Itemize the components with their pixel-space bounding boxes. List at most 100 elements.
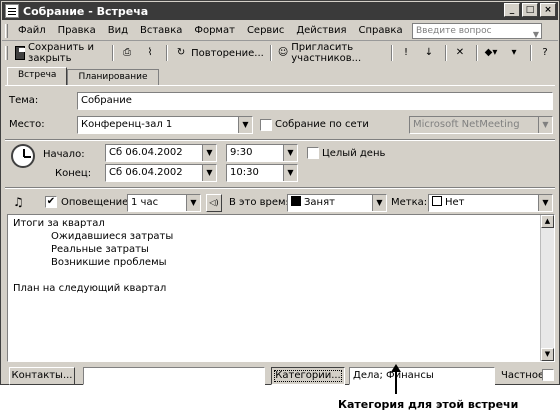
down-arrow-icon: ↓: [424, 47, 434, 58]
next-item-button[interactable]: ▾: [504, 43, 527, 63]
separator: [5, 187, 555, 189]
attach-button[interactable]: ⌇: [140, 43, 163, 63]
exclamation-icon: !: [403, 47, 408, 58]
end-time-value: 10:30: [230, 167, 259, 178]
notes-line: План на следующий квартал: [13, 283, 167, 294]
start-date-combobox[interactable]: Сб 06.04.2002 ▼: [105, 144, 217, 162]
low-importance-button[interactable]: ↓: [419, 43, 442, 63]
chevron-down-icon[interactable]: ▼: [538, 195, 552, 211]
all-day-label: Целый день: [322, 148, 386, 159]
callout-arrow: [395, 366, 397, 394]
previous-item-button[interactable]: ◆▾: [481, 43, 504, 63]
save-close-button[interactable]: Сохранить и закрыть: [12, 42, 109, 64]
ask-question-input[interactable]: Введите вопрос ▼: [412, 23, 542, 39]
end-date-combobox[interactable]: Сб 06.04.2002 ▼: [105, 164, 217, 182]
location-label: Место:: [9, 119, 45, 130]
menu-view[interactable]: Вид: [102, 25, 134, 36]
reminder-sound-button[interactable]: ◁): [206, 194, 222, 212]
title-bar[interactable]: Собрание - Встреча _ □ ×: [2, 2, 558, 20]
location-value: Конференц-зал 1: [81, 119, 173, 130]
reminder-combobox[interactable]: 1 час ▼: [127, 194, 201, 212]
chevron-down-icon[interactable]: ▼: [186, 195, 200, 211]
standard-toolbar: Сохранить и закрыть ⎙ ⌇ ↻ Повторение... …: [2, 42, 558, 64]
private-label: Частное: [501, 370, 545, 381]
attendees-icon: ☺: [277, 47, 289, 58]
reminder-label: Оповещение:: [61, 197, 132, 208]
save-close-label: Сохранить и закрыть: [28, 42, 94, 64]
online-service-value: Microsoft NetMeeting: [413, 119, 520, 130]
tab-scheduling[interactable]: Планирование: [67, 69, 159, 85]
delete-button[interactable]: ✕: [450, 43, 473, 63]
save-icon: [14, 46, 26, 60]
chevron-down-icon[interactable]: ▼: [283, 165, 297, 181]
online-meeting-checkbox[interactable]: [260, 119, 272, 131]
toolbar-separator: [269, 45, 272, 61]
contacts-field[interactable]: [83, 367, 265, 385]
menu-edit[interactable]: Правка: [52, 25, 102, 36]
toolbar-separator: [476, 45, 478, 61]
close-button[interactable]: ×: [540, 3, 556, 17]
menu-format[interactable]: Формат: [188, 25, 241, 36]
chevron-down-icon[interactable]: ▼: [372, 195, 386, 211]
end-date-value: Сб 06.04.2002: [109, 167, 183, 178]
chevron-down-icon[interactable]: ▼: [202, 165, 216, 181]
invite-attendees-button[interactable]: ☺ Пригласить участников...: [275, 42, 388, 64]
minimize-button[interactable]: _: [504, 3, 520, 17]
private-checkbox[interactable]: [542, 369, 554, 381]
toolbar-separator: [530, 45, 532, 61]
online-meeting-label: Собрание по сети: [275, 119, 369, 130]
label-color-swatch: [432, 196, 442, 206]
reminder-value: 1 час: [131, 197, 159, 208]
categories-field[interactable]: Дела; Финансы: [349, 367, 495, 385]
all-day-checkbox[interactable]: [307, 147, 319, 159]
toolbar-separator: [112, 45, 115, 61]
location-combobox[interactable]: Конференц-зал 1 ▼: [77, 116, 253, 134]
delete-x-icon: ✕: [455, 47, 465, 58]
start-time-combobox[interactable]: 9:30 ▼: [226, 144, 298, 162]
menu-insert[interactable]: Вставка: [134, 25, 188, 36]
notes-textarea[interactable]: Итоги за квартал Ожидавшиеся затраты Реа…: [7, 214, 555, 362]
notes-line: Итоги за квартал: [13, 218, 105, 229]
print-button[interactable]: ⎙: [117, 43, 140, 63]
start-date-value: Сб 06.04.2002: [109, 147, 183, 158]
reminder-checkbox[interactable]: ✔: [45, 196, 57, 208]
chevron-down-icon[interactable]: ▼: [202, 145, 216, 161]
recurrence-button[interactable]: ↻ Повторение...: [171, 43, 267, 63]
scroll-down-icon[interactable]: ▼: [541, 348, 554, 361]
subject-field[interactable]: Собрание: [77, 92, 553, 110]
chevron-down-icon[interactable]: ▼: [283, 145, 297, 161]
tab-panel-border: [5, 85, 555, 86]
menu-actions[interactable]: Действия: [290, 25, 352, 36]
maximize-button[interactable]: □: [522, 3, 538, 17]
notes-line: Ожидавшиеся затраты: [51, 231, 174, 242]
recurrence-icon: ↻: [176, 47, 186, 58]
contacts-button[interactable]: Контакты...: [9, 367, 75, 385]
categories-button[interactable]: Категории...: [271, 367, 345, 385]
reminder-bell-icon: ♫: [13, 195, 24, 209]
label-value: Нет: [445, 197, 465, 208]
paperclip-icon: ⌇: [147, 47, 153, 58]
menu-file[interactable]: Файл: [12, 25, 52, 36]
end-time-combobox[interactable]: 10:30 ▼: [226, 164, 298, 182]
show-time-as-combobox[interactable]: Занят ▼: [287, 194, 387, 212]
toolbar-separator: [445, 45, 447, 61]
tab-appointment[interactable]: Встреча: [7, 67, 68, 85]
chevron-down-icon[interactable]: ▼: [238, 117, 252, 133]
help-button[interactable]: ?: [535, 43, 558, 63]
menu-tools[interactable]: Сервис: [241, 25, 290, 36]
toolbar-separator: [166, 45, 169, 61]
scroll-up-icon[interactable]: ▲: [541, 215, 554, 228]
menu-grip[interactable]: [5, 23, 8, 38]
start-time-value: 9:30: [230, 147, 253, 158]
chevron-down-icon[interactable]: ▼: [533, 28, 539, 42]
toolbar-separator: [391, 45, 393, 61]
high-importance-button[interactable]: !: [396, 43, 419, 63]
notes-scrollbar[interactable]: ▲ ▼: [540, 215, 554, 361]
menu-help[interactable]: Справка: [353, 25, 409, 36]
printer-icon: ⎙: [123, 47, 132, 58]
start-label: Начало:: [43, 149, 85, 160]
label-combobox[interactable]: Нет ▼: [428, 194, 553, 212]
online-service-combobox: Microsoft NetMeeting ▼: [409, 116, 553, 134]
toolbar-grip[interactable]: [5, 46, 8, 60]
appointment-icon: [5, 4, 19, 18]
